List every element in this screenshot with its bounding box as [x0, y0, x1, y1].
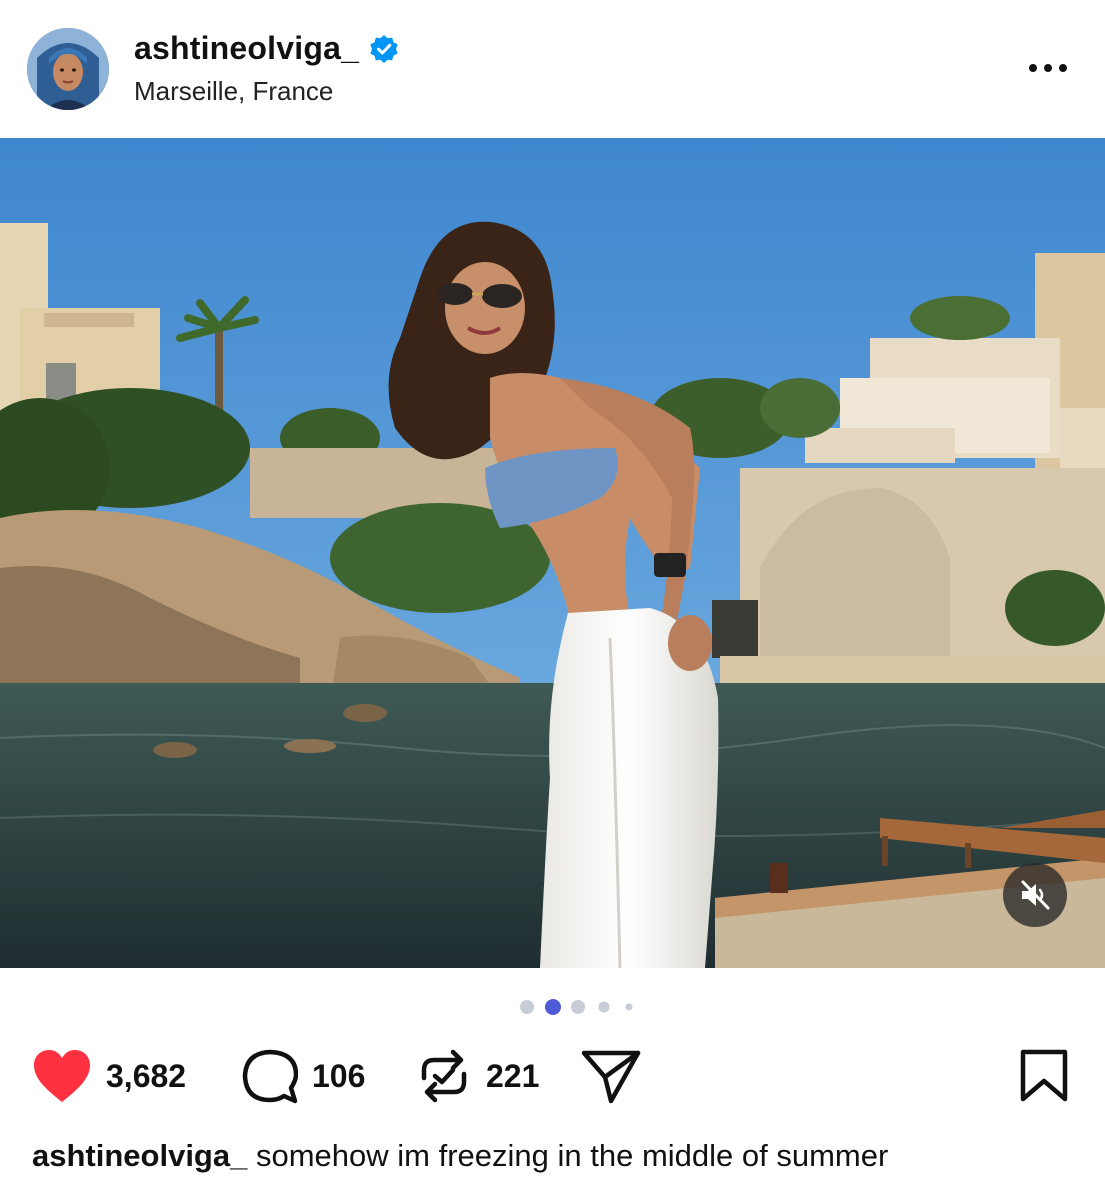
carousel-dot-2-active: [545, 999, 561, 1015]
carousel-dot-1: [520, 1000, 534, 1014]
speaker-muted-icon: [1021, 880, 1050, 910]
comment-icon[interactable]: [242, 1048, 298, 1104]
carousel-dot-4: [598, 1001, 610, 1013]
carousel-dot-3: [571, 1000, 585, 1014]
post-media[interactable]: [0, 138, 1105, 968]
mute-toggle-button[interactable]: [1003, 863, 1067, 927]
carousel-indicator: [520, 999, 633, 1015]
avatar[interactable]: [27, 28, 109, 110]
comment-count[interactable]: 106: [312, 1058, 365, 1095]
share-action: [580, 1045, 642, 1107]
more-options-icon[interactable]: [1026, 58, 1070, 78]
caption-text: somehow im freezing in the middle of sum…: [255, 1138, 889, 1173]
post-header: ashtineolviga_ Marseille, France: [0, 0, 1105, 138]
post-photo: [0, 138, 1105, 968]
post-username[interactable]: ashtineolviga_: [134, 30, 359, 67]
repost-icon[interactable]: [416, 1048, 472, 1104]
carousel-dot-5: [625, 1003, 633, 1011]
heart-icon[interactable]: [32, 1048, 92, 1104]
username-row: ashtineolviga_: [134, 30, 399, 67]
send-icon[interactable]: [580, 1047, 642, 1105]
repost-count[interactable]: 221: [486, 1058, 539, 1095]
avatar-image: [27, 28, 109, 110]
bookmark-icon[interactable]: [1018, 1047, 1070, 1105]
caption-username[interactable]: ashtineolviga_: [32, 1138, 247, 1173]
post-caption: ashtineolviga_ somehow im freezing in th…: [32, 1138, 1092, 1174]
save-action: [1018, 1045, 1070, 1107]
repost-action: 221: [416, 1045, 539, 1107]
comment-action: 106: [242, 1045, 365, 1107]
like-count[interactable]: 3,682: [106, 1058, 186, 1095]
verified-badge-icon: [370, 34, 398, 63]
action-bar: 3,682 106 221: [0, 1045, 1105, 1107]
post-location[interactable]: Marseille, France: [134, 76, 333, 107]
like-action: 3,682: [32, 1045, 186, 1107]
